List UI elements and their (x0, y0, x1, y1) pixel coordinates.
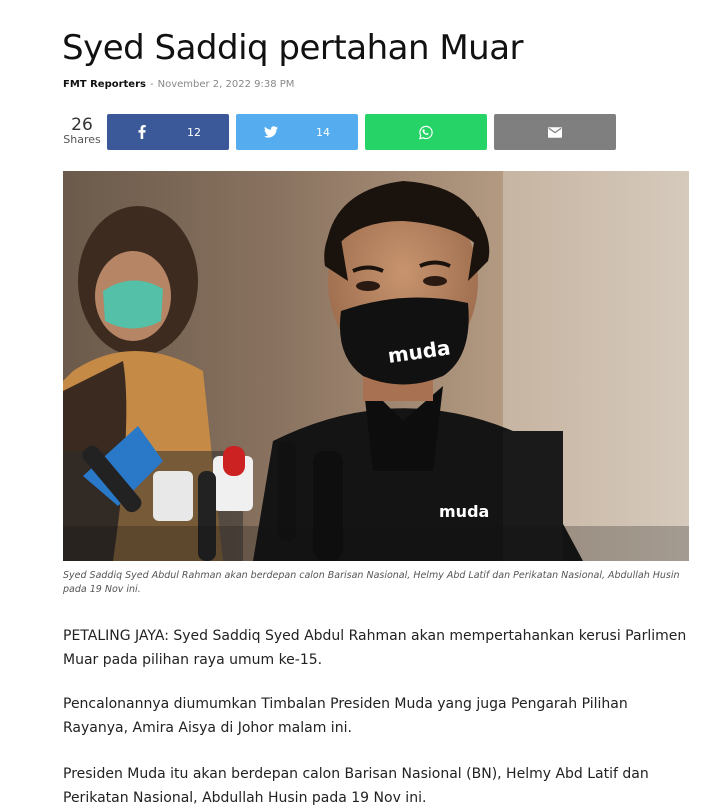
email-icon (548, 125, 562, 139)
whatsapp-icon (419, 125, 433, 139)
share-count: 26 (71, 115, 93, 135)
whatsapp-share-button[interactable] (365, 114, 487, 150)
article-paragraph-2: Pencalonannya diumumkan Timbalan Preside… (63, 696, 628, 736)
facebook-share-button[interactable]: 12 (107, 114, 229, 150)
photo-caption: Syed Saddiq Syed Abdul Rahman akan berde… (63, 570, 680, 595)
article-paragraph-1: PETALING JAYA: Syed Saddiq Syed Abdul Ra… (63, 628, 687, 668)
email-share-button[interactable] (494, 114, 616, 150)
share-counter: 26 Shares (63, 116, 101, 146)
article-title: Syed Saddiq pertahan Muar (62, 28, 524, 68)
article-meta: FMT Reporters - November 2, 2022 9:38 PM (63, 79, 294, 90)
photo-illustration: muda muda (63, 171, 689, 561)
shirt-logo-text: muda (439, 502, 489, 521)
twitter-icon (264, 125, 278, 139)
twitter-share-button[interactable]: 14 (236, 114, 358, 150)
article-paragraph-3: Presiden Muda itu akan berdepan calon Ba… (63, 766, 649, 806)
twitter-share-count: 14 (316, 125, 330, 139)
article-photo: muda muda (63, 171, 689, 561)
meta-separator: - (149, 79, 154, 90)
author-link[interactable]: FMT Reporters (63, 79, 146, 90)
facebook-share-count: 12 (187, 125, 201, 139)
publish-date: November 2, 2022 9:38 PM (157, 79, 295, 90)
facebook-icon (135, 125, 149, 139)
share-label: Shares (63, 133, 101, 146)
